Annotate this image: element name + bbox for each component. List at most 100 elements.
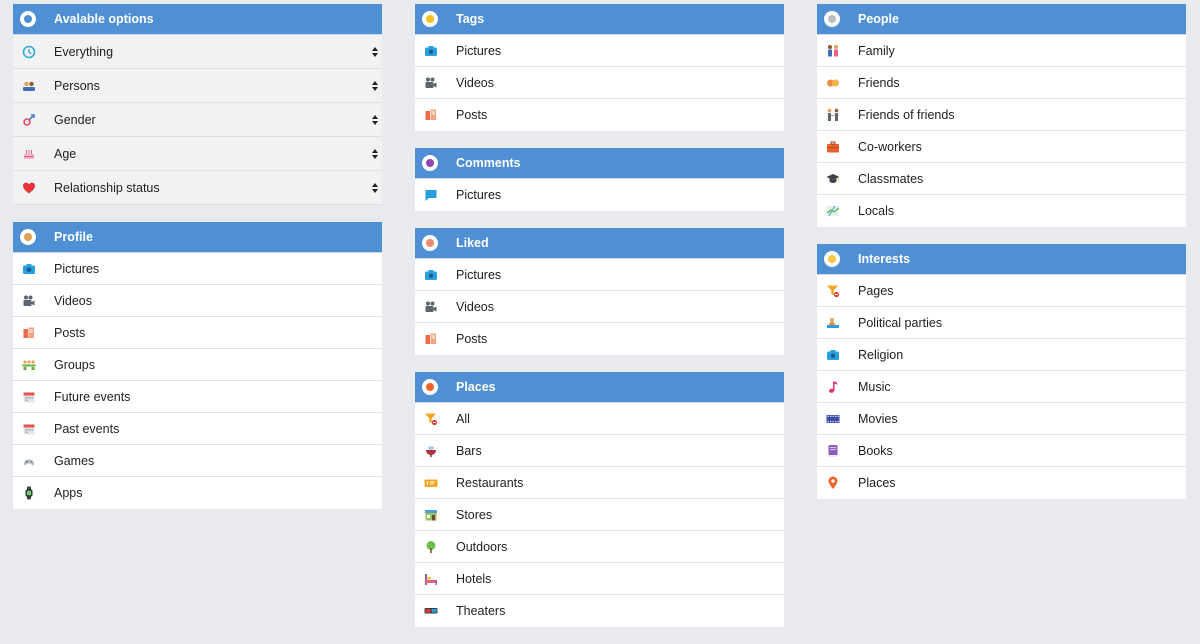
profile-panel: Profile Pictures Videos Posts Groups Fut…: [13, 222, 382, 509]
item-label: All: [456, 411, 470, 426]
item-label: Classmates: [858, 171, 924, 186]
profile-item-apps[interactable]: Apps: [13, 477, 382, 509]
column-middle: Tags Pictures Videos Posts Comments Pict…: [415, 4, 784, 644]
places-panel: Places All Bars Restaurants Stores Outdo…: [415, 372, 784, 627]
clock-icon: [22, 45, 36, 59]
friends-icon: [826, 76, 840, 90]
item-label: Videos: [456, 75, 494, 90]
item-label: Books: [858, 443, 893, 458]
interests-item-pages[interactable]: Pages: [817, 275, 1186, 307]
liked-panel: Liked Pictures Videos Posts: [415, 228, 784, 355]
store-icon: [424, 508, 438, 522]
briefcase-icon: [826, 140, 840, 154]
item-label: Posts: [54, 325, 86, 340]
item-label: Pictures: [456, 188, 502, 202]
graduation-cap-icon: [826, 172, 840, 186]
profile-item-past-events[interactable]: Past events: [13, 413, 382, 445]
music-note-icon: [826, 380, 840, 394]
panel-title: Interests: [858, 252, 911, 266]
interests-item-religion[interactable]: Religion: [817, 339, 1186, 371]
filter-icon: [826, 284, 840, 298]
places-item-outdoors[interactable]: Outdoors: [415, 531, 784, 563]
liked-item-pictures[interactable]: Pictures: [415, 259, 784, 291]
profile-item-pictures[interactable]: Pictures: [13, 253, 382, 285]
tag-icon: [422, 11, 438, 27]
political-icon: [826, 316, 840, 330]
video-camera-icon: [424, 76, 438, 90]
panel-title: Comments: [456, 156, 521, 170]
places-item-hotels[interactable]: Hotels: [415, 563, 784, 595]
places-item-restaurants[interactable]: Restaurants: [415, 467, 784, 499]
cake-icon: [22, 147, 36, 161]
select-label: Age: [54, 146, 77, 161]
sort-arrows-icon: [372, 114, 378, 125]
item-label: Co-workers: [858, 139, 922, 154]
calendar-icon: [22, 422, 36, 436]
item-label: Hotels: [456, 571, 492, 586]
panel-title: Liked: [456, 236, 489, 250]
profile-item-future-events[interactable]: Future events: [13, 381, 382, 413]
select-label: Persons: [54, 78, 100, 93]
select-age[interactable]: Age: [13, 137, 382, 171]
select-persons[interactable]: Persons: [13, 69, 382, 103]
tags-item-videos[interactable]: Videos: [415, 67, 784, 99]
watch-icon: [22, 486, 36, 500]
tags-item-posts[interactable]: Posts: [415, 99, 784, 131]
family-icon: [826, 44, 840, 58]
people-item-locals[interactable]: Locals: [817, 195, 1186, 227]
interests-item-books[interactable]: Books: [817, 435, 1186, 467]
interests-item-political-parties[interactable]: Political parties: [817, 307, 1186, 339]
interests-item-movies[interactable]: Movies: [817, 403, 1186, 435]
liked-header: Liked: [415, 228, 784, 259]
item-label: Videos: [456, 299, 494, 314]
select-gender[interactable]: Gender: [13, 103, 382, 137]
heart-icon: [22, 181, 36, 195]
profile-item-games[interactable]: Games: [13, 445, 382, 477]
tags-header: Tags: [415, 4, 784, 35]
thumbs-up-icon: [422, 235, 438, 251]
bed-icon: [424, 572, 438, 586]
posts-icon: [424, 332, 438, 346]
camera-icon: [22, 262, 36, 276]
item-label: Bars: [456, 443, 482, 458]
people-item-classmates[interactable]: Classmates: [817, 163, 1186, 195]
item-label: Theaters: [456, 604, 506, 618]
item-label: Restaurants: [456, 475, 524, 490]
profile-item-videos[interactable]: Videos: [13, 285, 382, 317]
people-item-co-workers[interactable]: Co-workers: [817, 131, 1186, 163]
comments-item-pictures[interactable]: Pictures: [415, 179, 784, 211]
restaurant-icon: [424, 476, 438, 490]
sort-arrows-icon: [372, 182, 378, 193]
interests-header: Interests: [817, 244, 1186, 275]
people-header: People: [817, 4, 1186, 35]
select-label: Relationship status: [54, 180, 160, 195]
places-item-all[interactable]: All: [415, 403, 784, 435]
liked-item-posts[interactable]: Posts: [415, 323, 784, 355]
item-label: Religion: [858, 347, 904, 362]
book-icon: [826, 444, 840, 458]
places-item-stores[interactable]: Stores: [415, 499, 784, 531]
posts-icon: [424, 108, 438, 122]
item-label: Pictures: [54, 261, 100, 276]
people-panel: People Family Friends Friends of friends…: [817, 4, 1186, 227]
tags-item-pictures[interactable]: Pictures: [415, 35, 784, 67]
people-item-friends[interactable]: Friends: [817, 67, 1186, 99]
select-relationship-status[interactable]: Relationship status: [13, 171, 382, 205]
item-label: Locals: [858, 204, 895, 218]
interests-item-music[interactable]: Music: [817, 371, 1186, 403]
profile-item-groups[interactable]: Groups: [13, 349, 382, 381]
profile-item-posts[interactable]: Posts: [13, 317, 382, 349]
interests-item-places[interactable]: Places: [817, 467, 1186, 499]
people-item-friends-of-friends[interactable]: Friends of friends: [817, 99, 1186, 131]
panel-title: Places: [456, 380, 496, 394]
sort-arrows-icon: [372, 80, 378, 91]
people-item-family[interactable]: Family: [817, 35, 1186, 67]
item-label: Games: [54, 453, 95, 468]
places-item-theaters[interactable]: Theaters: [415, 595, 784, 627]
liked-item-videos[interactable]: Videos: [415, 291, 784, 323]
item-label: Pages: [858, 283, 894, 298]
places-item-bars[interactable]: Bars: [415, 435, 784, 467]
sort-arrows-icon: [372, 148, 378, 159]
item-label: Posts: [456, 108, 488, 122]
select-everything[interactable]: Everything: [13, 35, 382, 69]
